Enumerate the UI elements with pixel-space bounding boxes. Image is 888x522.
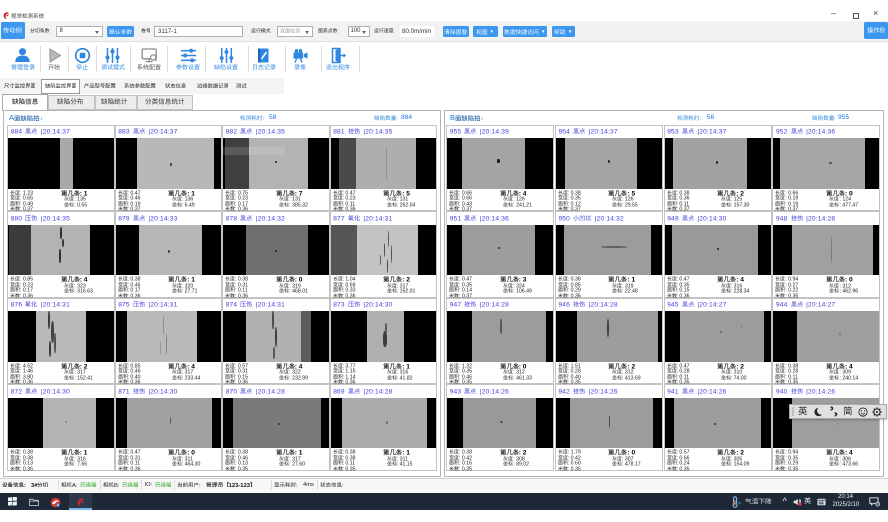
svg-text:6: 6 [876, 502, 878, 506]
